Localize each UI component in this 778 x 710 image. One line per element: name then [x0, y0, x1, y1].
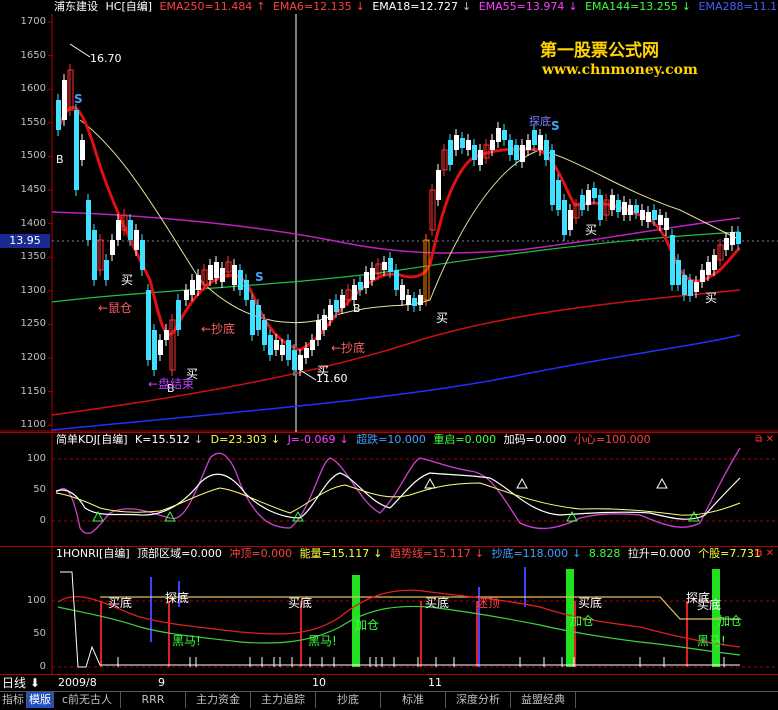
- chaodi-label-1: ←抄底: [201, 321, 235, 336]
- time-label-nov: 11: [428, 676, 442, 689]
- tab-qianwu[interactable]: c前无古人: [54, 692, 121, 708]
- honr-label-maidi4: 买底: [425, 595, 449, 610]
- period-label: 日线: [2, 676, 26, 690]
- watermark-title: 第一股票公式网: [540, 36, 659, 61]
- honr-white-line: [60, 572, 740, 667]
- honr-label-mitou: 迷顶: [476, 596, 500, 610]
- buy-label-1: 买: [121, 273, 133, 287]
- tab-template[interactable]: 模版: [27, 692, 54, 708]
- time-label-oct: 10: [312, 676, 326, 689]
- honr-label-jiacang3: 加仓: [718, 614, 742, 628]
- buy-signal-b1: B: [56, 153, 64, 166]
- ema6-line: [58, 107, 740, 350]
- price-tick-1600: 1600: [21, 83, 46, 94]
- price-tick-1100: 1100: [21, 419, 46, 430]
- tab-chaodi[interactable]: 抄底: [316, 692, 381, 708]
- tan-label: 探底: [529, 114, 551, 128]
- price-axis: 1700 1650 1600 1550 1500 1450 1400 1350 1300 1250…: [0, 0, 52, 432]
- kdj-tick-100: 100: [27, 453, 46, 464]
- sell-signal-3: S: [551, 119, 560, 133]
- kdj-tick-0: 0: [40, 515, 46, 526]
- honr-label-heima1: 黑马!: [172, 634, 201, 648]
- honr-green-line: [58, 606, 740, 655]
- time-label-sep: 9: [158, 676, 165, 689]
- arrow-down-icon: ⬇: [26, 676, 40, 690]
- price-tick-1500: 1500: [21, 150, 46, 161]
- price-tick-1550: 1550: [21, 117, 46, 128]
- buy-label-4: 买: [436, 311, 448, 325]
- price-tick-1450: 1450: [21, 184, 46, 195]
- kdj-j-line: [56, 448, 740, 533]
- buy-signal-b3: B: [353, 302, 361, 315]
- timeline: 2009/8 9 10 11: [0, 674, 778, 692]
- price-tick-1300: 1300: [21, 285, 46, 296]
- price-tick-1250: 1250: [21, 318, 46, 329]
- kdj-tick-50: 50: [33, 484, 46, 495]
- pan-end-label: ←盘结束: [148, 376, 194, 391]
- buy-label-5: 买: [585, 223, 597, 237]
- honr-label-heima3: 黑马!: [697, 634, 726, 648]
- honr-tick-50: 50: [33, 628, 46, 639]
- tab-indicator[interactable]: 指标: [0, 692, 27, 708]
- honr-label-jiacang2: 加仓: [570, 614, 594, 628]
- watermark-url: www.chnmoney.com: [542, 62, 698, 78]
- price-tick-1150: 1150: [21, 386, 46, 397]
- kdj-chart[interactable]: [0, 433, 778, 547]
- tab-biaozhun[interactable]: 标准: [381, 692, 446, 708]
- sell-signal-1: S: [74, 92, 83, 106]
- honr-axis: 100 50 0: [0, 547, 52, 675]
- honr-label-heima2: 黑马!: [308, 634, 337, 648]
- tab-yimeng[interactable]: 益盟经典: [511, 692, 576, 708]
- honr-label-jiacang1: 加仓: [355, 618, 379, 632]
- current-price-tag: 13.95: [0, 234, 50, 248]
- tab-rrr[interactable]: RRR: [121, 692, 186, 708]
- price-panel[interactable]: 浦东建设 HC[自编] EMA250=11.484↑ EMA6=12.135↓ …: [0, 0, 778, 432]
- tab-shendu[interactable]: 深度分析: [446, 692, 511, 708]
- price-tick-1650: 1650: [21, 50, 46, 61]
- price-tick-1350: 1350: [21, 251, 46, 262]
- honr-tick-100: 100: [27, 595, 46, 606]
- honr-panel[interactable]: 1HONRI[自编] 顶部区域=0.000 冲顶=0.000 能量=15.117…: [0, 546, 778, 675]
- high-label: 16.70: [90, 52, 122, 65]
- ema55-line: [52, 212, 740, 253]
- tab-zhuli-zijin[interactable]: 主力资金: [186, 692, 251, 708]
- price-tick-1700: 1700: [21, 16, 46, 27]
- honr-chart[interactable]: 买底探底买底买底买底探底买底黑马!黑马!黑马!加仓加仓加仓迷顶: [0, 547, 778, 675]
- period-selector[interactable]: 日线 ⬇: [0, 675, 54, 691]
- honr-label-maidi3: 买底: [288, 595, 312, 610]
- shucang-label: ←鼠仓: [98, 301, 132, 315]
- kdj-k-line: [56, 473, 740, 519]
- honr-label-maidi1: 买底: [108, 595, 132, 610]
- honr-label-maidi7: 买底: [697, 597, 721, 612]
- honr-label-maidi2: 探底: [165, 590, 189, 605]
- honr-tick-0: 0: [40, 661, 46, 672]
- sell-signal-2: S: [255, 270, 264, 284]
- honr-red-line: [58, 590, 740, 647]
- kdj-panel[interactable]: 简单KDJ[自编] K=15.512↓ D=23.303↓ J=-0.069↓ …: [0, 432, 778, 547]
- footer-tabs: 日线 ⬇ 指标 模版 c前无古人 RRR 主力资金 主力追踪 抄底 标准 深度分…: [0, 691, 778, 710]
- tab-zhuli-zhuizong[interactable]: 主力追踪: [251, 692, 316, 708]
- ema18-line: [80, 120, 740, 323]
- chaodi-label-2: ←抄底: [331, 340, 365, 355]
- price-tick-1200: 1200: [21, 352, 46, 363]
- price-tick-1400: 1400: [21, 218, 46, 229]
- buy-label-3: 买: [317, 364, 329, 378]
- buy-label-6: 买: [705, 291, 717, 305]
- honr-label-maidi5: 买底: [578, 595, 602, 610]
- kdj-axis: 100 50 0: [0, 433, 52, 547]
- high-marker: 16.70: [70, 44, 122, 65]
- time-label-aug: 2009/8: [58, 676, 97, 689]
